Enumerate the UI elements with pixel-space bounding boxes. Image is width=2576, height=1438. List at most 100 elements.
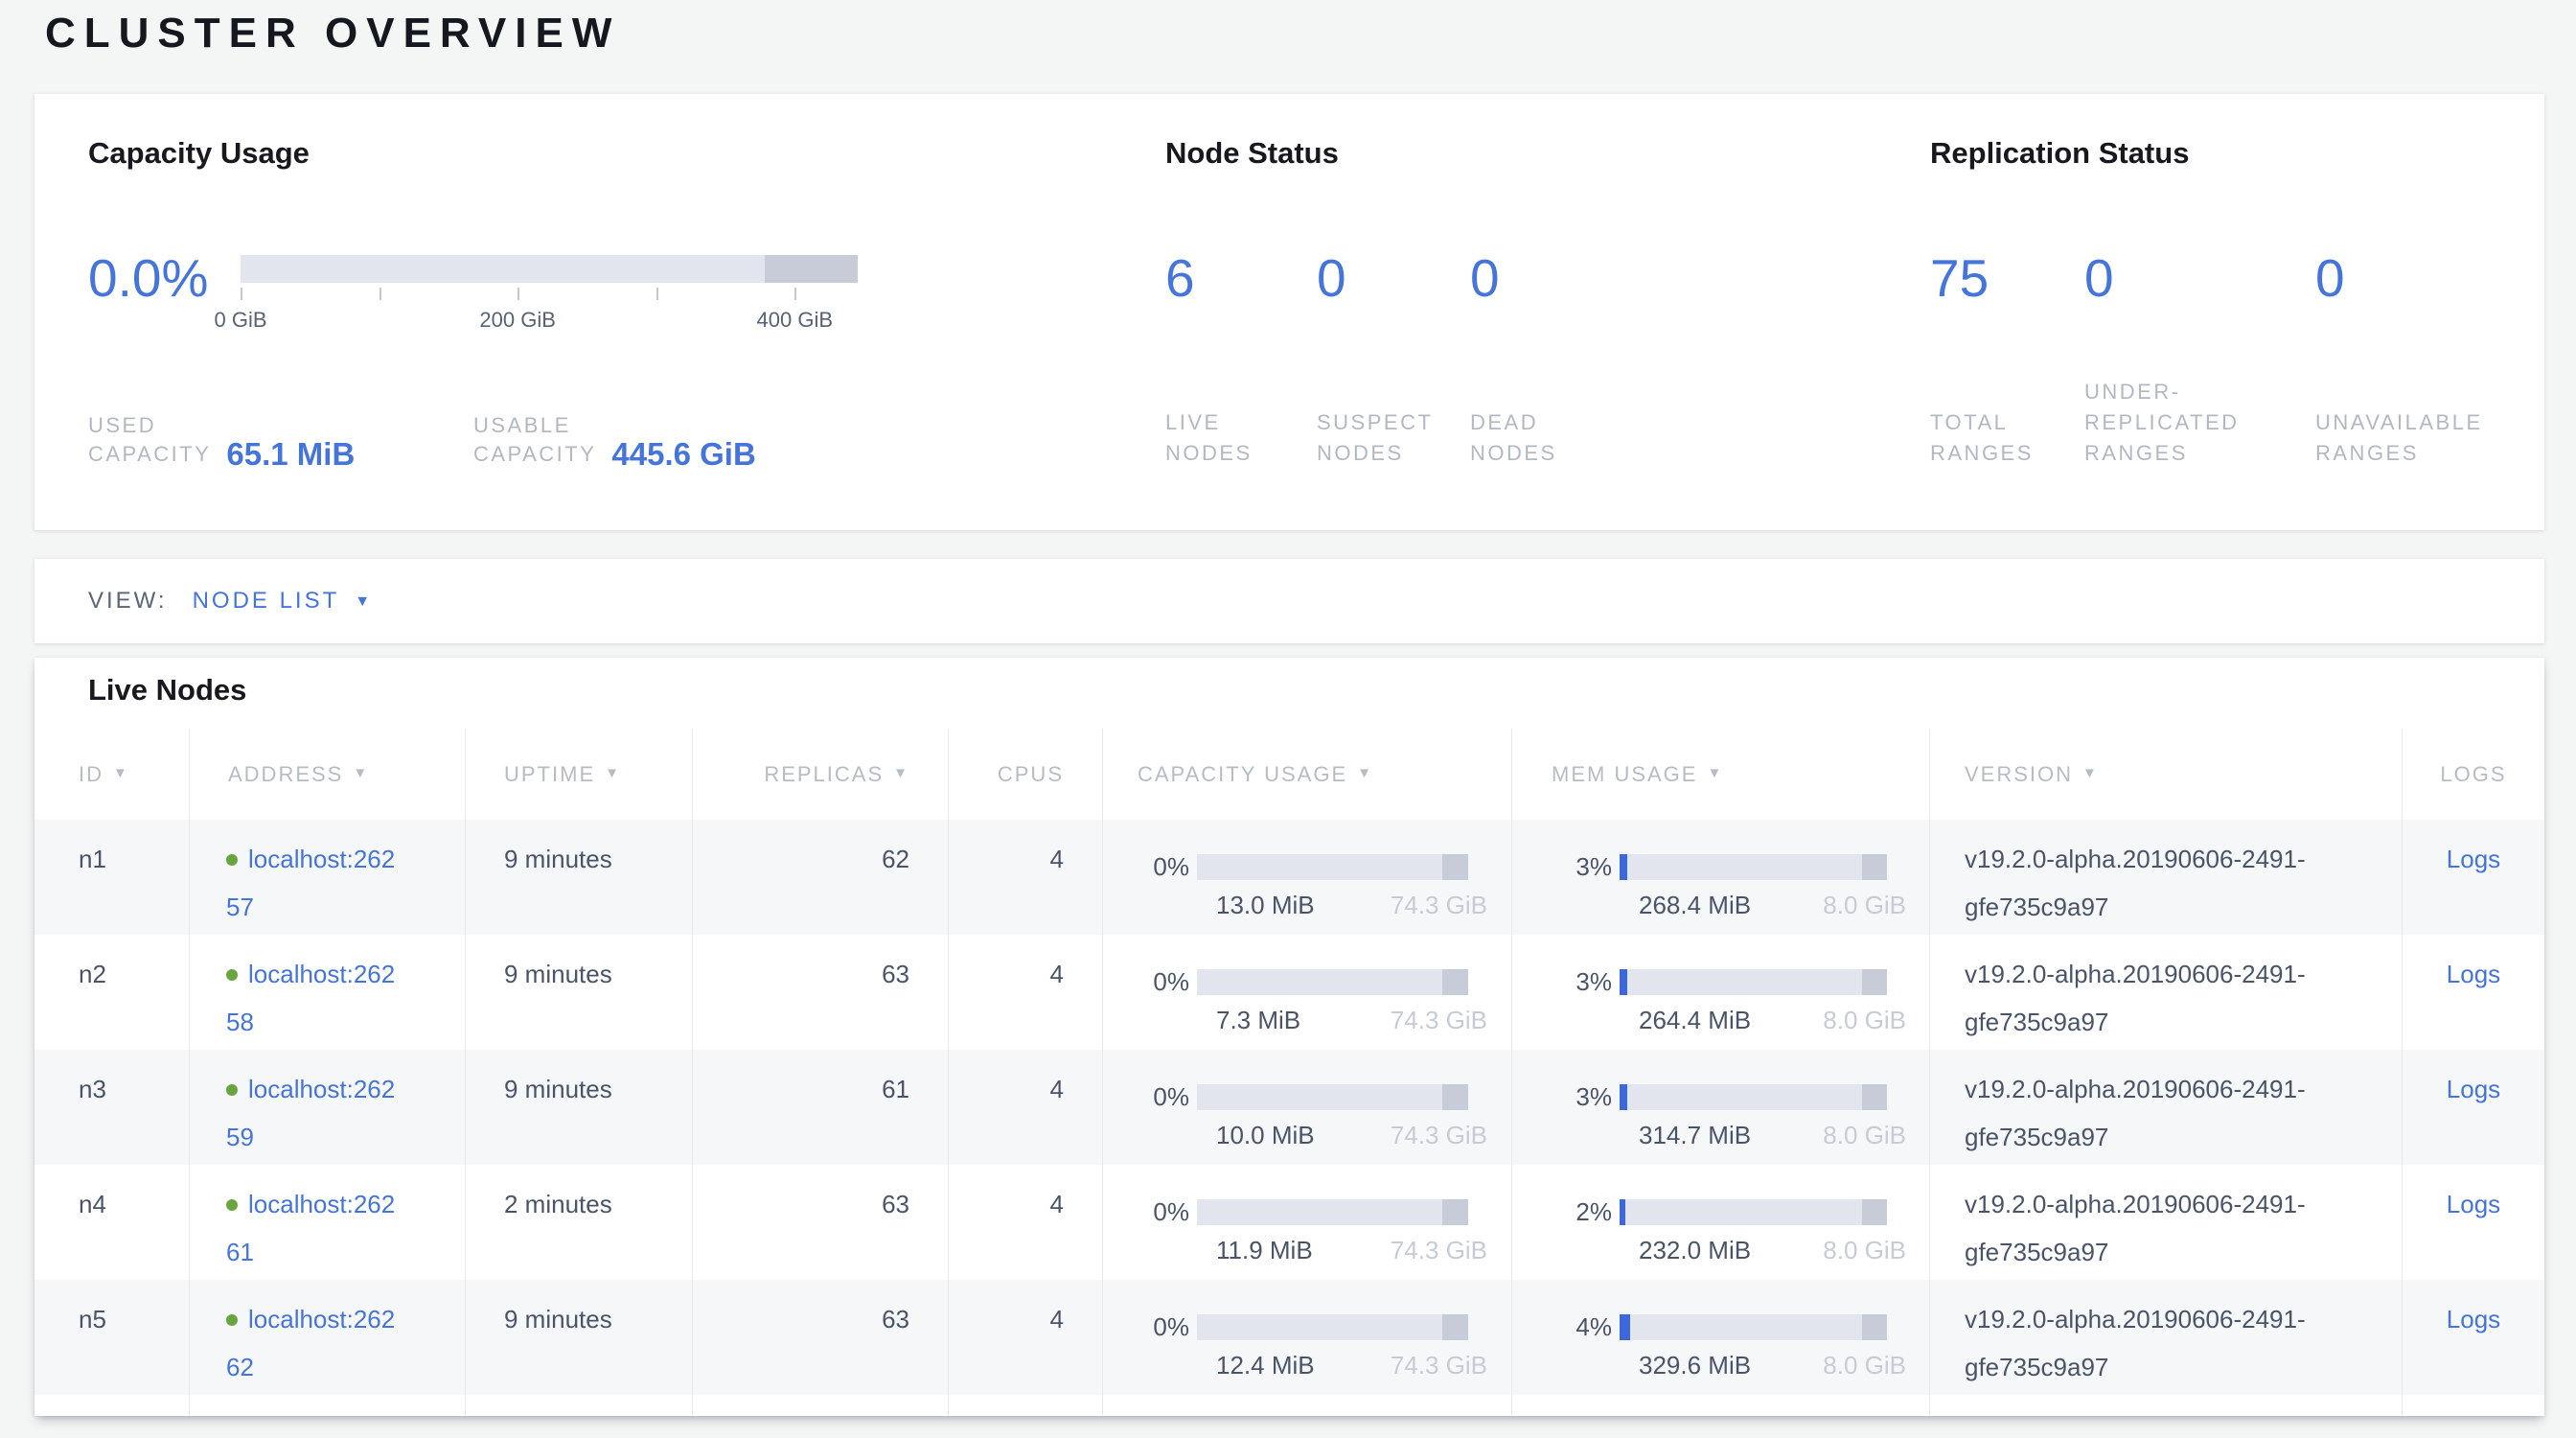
memory-gauge: 4%329.6 MiB8.0 GiB [1512, 1295, 1929, 1379]
memory-gauge: 3%314.7 MiB8.0 GiB [1512, 1065, 1929, 1148]
metric-label: UNAVAILABLERANGES [2315, 407, 2483, 469]
address-link[interactable]: localhost:26261 [226, 1190, 395, 1266]
axis-tick-label: 0 GiB [214, 308, 266, 333]
address-link[interactable]: localhost:26258 [226, 960, 395, 1036]
address-link[interactable]: localhost:26259 [226, 1075, 395, 1151]
column-header-label: ID [79, 762, 104, 787]
logs-link[interactable]: Logs [2447, 1190, 2500, 1218]
capacity-bar-endcap [1442, 1314, 1468, 1340]
capacity-total-value: 74.3 GiB [1391, 1007, 1487, 1033]
capacity-meter-bar [241, 255, 858, 283]
capacity-stat-label: USABLECAPACITY [473, 411, 596, 469]
logs-link[interactable]: Logs [2447, 1305, 2500, 1334]
column-header-version[interactable]: VERSION ▼ [1930, 729, 2403, 820]
memory-percent: 3% [1531, 968, 1612, 995]
cell-address: localhost:26262 [190, 1280, 466, 1395]
cell-node-id: n1 [34, 820, 190, 935]
cell-node-id: n2 [34, 935, 190, 1050]
column-header-label: VERSION [1965, 762, 2073, 787]
table-body: n1localhost:262579 minutes6240%13.0 MiB7… [34, 820, 2544, 1395]
cell-capacity-usage: 0%11.9 MiB74.3 GiB [1103, 1165, 1512, 1280]
capacity-meter-endcap [765, 255, 858, 283]
memory-bar-fill [1620, 1084, 1627, 1110]
cell-version: v19.2.0-alpha.20190606-2491-gfe735c9a97 [1930, 1050, 2403, 1165]
memory-bar-fill [1620, 1314, 1630, 1340]
memory-total-value: 8.0 GiB [1823, 1122, 1906, 1148]
metric-value: 75 [1930, 250, 1989, 306]
column-header-capacity[interactable]: CAPACITY USAGE▼ [1103, 729, 1512, 820]
memory-total-value: 8.0 GiB [1823, 1007, 1906, 1033]
capacity-meter: 0 GiB200 GiB400 GiB [241, 255, 858, 344]
live-status-dot [226, 1314, 238, 1326]
memory-percent: 4% [1531, 1313, 1612, 1340]
address-link[interactable]: localhost:26257 [226, 845, 395, 921]
logs-link[interactable]: Logs [2447, 960, 2500, 988]
metric: 0 UNDER-REPLICATEDRANGES [2084, 94, 2315, 530]
next-row-partial [34, 1395, 2544, 1416]
cell-mem-usage: 2%232.0 MiB8.0 GiB [1512, 1165, 1930, 1280]
capacity-total-value: 74.3 GiB [1391, 1237, 1487, 1264]
memory-gauge: 3%264.4 MiB8.0 GiB [1512, 950, 1929, 1033]
capacity-gauge: 0%12.4 MiB74.3 GiB [1103, 1295, 1511, 1379]
cell-mem-usage: 3%268.4 MiB8.0 GiB [1512, 820, 1930, 935]
capacity-stat-value: 445.6 GiB [611, 440, 755, 469]
sort-desc-icon: ▼ [2082, 765, 2099, 781]
memory-bar-fill [1620, 1199, 1625, 1225]
view-label: VIEW: [88, 588, 168, 615]
memory-bar [1620, 1199, 1887, 1225]
memory-bar-endcap [1862, 1199, 1888, 1225]
capacity-gauge: 0%11.9 MiB74.3 GiB [1103, 1180, 1511, 1264]
cell-address: localhost:26259 [190, 1050, 466, 1165]
metric-value: 0 [2084, 250, 2114, 306]
cell-mem-usage: 4%329.6 MiB8.0 GiB [1512, 1280, 1930, 1395]
sort-desc-icon: ▼ [353, 765, 369, 781]
cell-replicas: 61 [693, 1050, 949, 1165]
capacity-bar [1197, 854, 1468, 880]
table-row: n5localhost:262629 minutes6340%12.4 MiB7… [34, 1280, 2544, 1395]
axis-tick-label: 400 GiB [757, 308, 834, 333]
cell-version: v19.2.0-alpha.20190606-2491-gfe735c9a97 [1930, 1165, 2403, 1280]
capacity-percent-value: 0.0% [88, 250, 241, 306]
capacity-percent: 0% [1122, 968, 1189, 995]
column-header-uptime[interactable]: UPTIME▼ [466, 729, 693, 820]
sort-desc-icon: ▼ [893, 765, 909, 781]
memory-bar-endcap [1862, 1314, 1888, 1340]
metric: 75TOTALRANGES [1930, 94, 2084, 530]
capacity-total-value: 74.3 GiB [1391, 892, 1487, 918]
cell-cpus: 4 [949, 935, 1103, 1050]
capacity-bar [1197, 1199, 1468, 1225]
view-bar: VIEW: NODE LIST ▼ [34, 559, 2544, 643]
metric: 0SUSPECTNODES [1317, 94, 1470, 530]
axis-tick [518, 288, 519, 300]
memory-bar-endcap [1862, 854, 1888, 880]
capacity-stat: USABLECAPACITY 445.6 GiB [473, 411, 756, 469]
metric-value: 6 [1165, 250, 1195, 306]
metric: 6LIVENODES [1165, 94, 1317, 530]
capacity-usage-section: Capacity Usage 0.0% 0 GiB200 GiB400 GiB … [88, 94, 1133, 530]
capacity-stat: USEDCAPACITY65.1 MiB [88, 411, 355, 469]
address-link[interactable]: localhost:26262 [226, 1305, 395, 1381]
column-header-replicas[interactable]: REPLICAS▼ [693, 729, 949, 820]
capacity-used-value: 10.0 MiB [1216, 1122, 1315, 1148]
column-header-address[interactable]: ADDRESS▼ [190, 729, 466, 820]
cell-address: localhost:26258 [190, 935, 466, 1050]
live-status-dot [226, 1084, 238, 1096]
cell-uptime: 9 minutes [466, 935, 693, 1050]
logs-link[interactable]: Logs [2447, 1075, 2500, 1103]
column-header-id[interactable]: ID▼ [34, 729, 190, 820]
cell-uptime: 9 minutes [466, 1280, 693, 1395]
cell-replicas: 63 [693, 1280, 949, 1395]
capacity-percent: 0% [1122, 1083, 1189, 1110]
view-selector-dropdown[interactable]: NODE LIST ▼ [193, 588, 371, 615]
capacity-used-value: 13.0 MiB [1216, 892, 1315, 918]
table-row: n1localhost:262579 minutes6240%13.0 MiB7… [34, 820, 2544, 935]
node-status-section: Node Status 6LIVENODES0SUSPECTNODES0DEAD… [1165, 94, 1894, 530]
cell-capacity-usage: 0%10.0 MiB74.3 GiB [1103, 1050, 1512, 1165]
logs-link[interactable]: Logs [2447, 845, 2500, 873]
capacity-bar-endcap [1442, 1084, 1468, 1110]
memory-used-value: 232.0 MiB [1639, 1237, 1751, 1264]
cell-cpus: 4 [949, 820, 1103, 935]
column-header-memory[interactable]: MEM USAGE▼ [1512, 729, 1930, 820]
metric-label: UNDER-REPLICATEDRANGES [2084, 377, 2240, 469]
capacity-used-value: 7.3 MiB [1216, 1007, 1300, 1033]
